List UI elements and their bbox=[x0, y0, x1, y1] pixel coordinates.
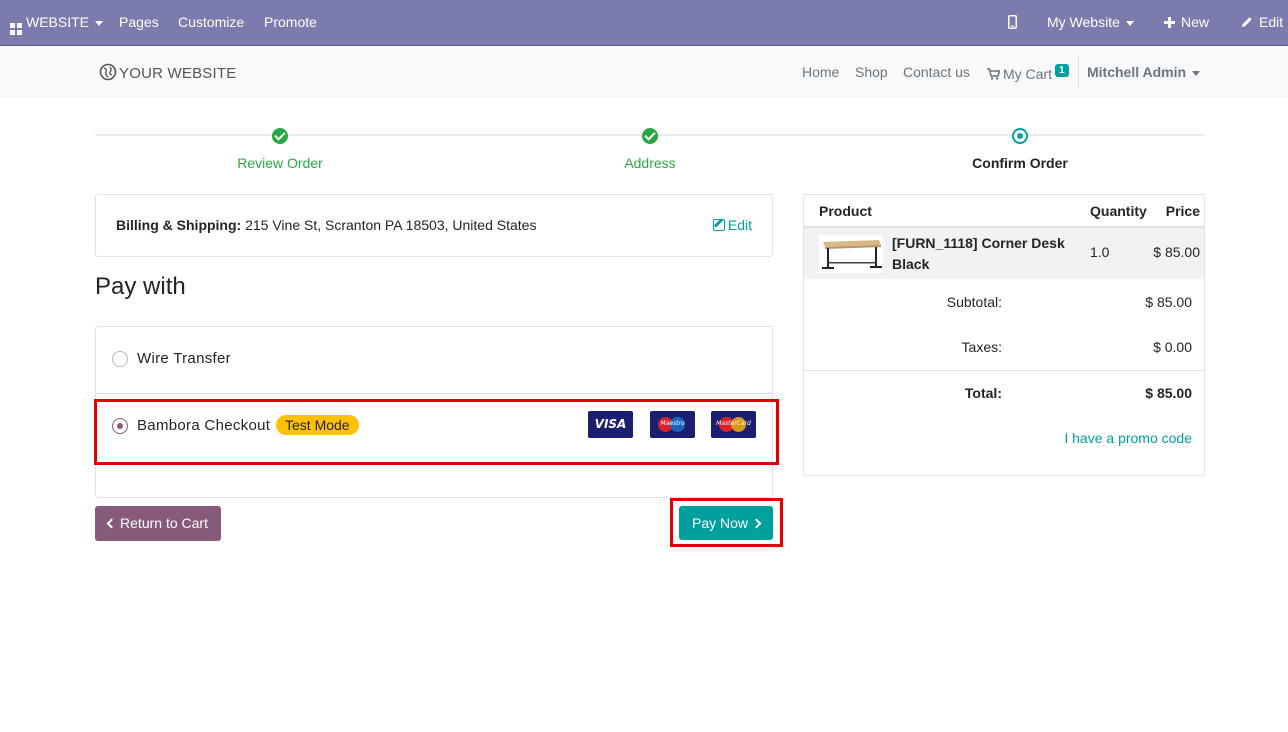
wire-transfer-label: Wire Transfer bbox=[137, 350, 231, 367]
current-step-dot-icon bbox=[1012, 128, 1028, 144]
product-price: $ 85.00 bbox=[1153, 244, 1200, 260]
product-column-header: Product bbox=[819, 203, 872, 219]
mobile-icon bbox=[1008, 15, 1017, 29]
pages-menu[interactable]: Pages bbox=[119, 0, 159, 45]
nav-contact[interactable]: Contact us bbox=[903, 64, 970, 84]
logo-text: YOUR WEBSITE bbox=[119, 65, 237, 82]
table-row: [FURN_1118] Corner Desk Black 1.0 $ 85.0… bbox=[804, 228, 1204, 279]
step-confirm-order: Confirm Order bbox=[972, 155, 1068, 171]
product-thumbnail bbox=[819, 235, 883, 273]
caret-down-icon bbox=[1125, 20, 1134, 26]
taxes-label: Taxes: bbox=[961, 339, 1002, 355]
promote-menu[interactable]: Promote bbox=[264, 0, 317, 45]
new-button[interactable]: New bbox=[1164, 0, 1209, 45]
website-header: YOUR WEBSITE Home Shop Contact us My Car… bbox=[0, 46, 1288, 98]
pay-now-highlight-box bbox=[670, 498, 783, 547]
edit-address-link[interactable]: Edit bbox=[712, 217, 752, 233]
wire-transfer-radio[interactable] bbox=[112, 351, 128, 367]
return-to-cart-label: Return to Cart bbox=[120, 515, 208, 531]
admin-navbar: WEBSITE Pages Customize Promote My Websi… bbox=[0, 0, 1288, 46]
billing-shipping-card: Billing & Shipping: 215 Vine St, Scranto… bbox=[95, 194, 773, 257]
shopping-cart-icon bbox=[987, 68, 1001, 80]
website-menu-label: WEBSITE bbox=[26, 14, 90, 30]
user-menu-dropdown[interactable]: Mitchell Admin bbox=[1087, 64, 1201, 84]
price-column-header: Price bbox=[1165, 203, 1200, 219]
check-circle-icon bbox=[642, 128, 658, 144]
subtotal-label: Subtotal: bbox=[946, 294, 1002, 310]
billing-label: Billing & Shipping: bbox=[116, 217, 242, 233]
step-address[interactable]: Address bbox=[550, 155, 750, 171]
nav-home[interactable]: Home bbox=[802, 64, 839, 84]
payment-option-wire-transfer[interactable]: Wire Transfer bbox=[96, 327, 772, 394]
total-label: Total: bbox=[964, 385, 1002, 401]
user-name: Mitchell Admin bbox=[1087, 64, 1187, 80]
product-quantity: 1.0 bbox=[1090, 244, 1110, 260]
caret-down-icon bbox=[1192, 70, 1201, 76]
promo-code-link[interactable]: I have a promo code bbox=[1064, 430, 1192, 446]
caret-down-icon bbox=[95, 20, 104, 26]
total-divider bbox=[804, 370, 1204, 371]
my-website-label: My Website bbox=[1047, 14, 1120, 30]
pencil-icon bbox=[1242, 17, 1252, 27]
nav-cart[interactable]: My Cart 1 bbox=[987, 64, 1069, 84]
quantity-column-header: Quantity bbox=[1090, 203, 1147, 219]
return-to-cart-button[interactable]: Return to Cart bbox=[95, 506, 221, 541]
order-summary-card: Product Quantity Price [FURN_1118] Corne… bbox=[803, 194, 1205, 476]
nav-divider bbox=[1078, 55, 1079, 89]
billing-address: 215 Vine St, Scranton PA 18503, United S… bbox=[245, 217, 537, 233]
website-menu-button[interactable]: WEBSITE bbox=[10, 0, 104, 45]
step-review-order[interactable]: Review Order bbox=[180, 155, 380, 171]
edit-label: Edit bbox=[1259, 14, 1284, 30]
pay-with-heading: Pay with bbox=[95, 273, 186, 300]
my-website-dropdown[interactable]: My Website bbox=[1047, 0, 1134, 45]
subtotal-value: $ 85.00 bbox=[1145, 294, 1192, 310]
mobile-preview-button[interactable] bbox=[1008, 0, 1017, 45]
bambora-highlight-box bbox=[94, 399, 779, 465]
edit-address-label: Edit bbox=[727, 217, 752, 233]
total-value: $ 85.00 bbox=[1145, 385, 1192, 401]
apps-grid-icon bbox=[10, 23, 22, 35]
edit-icon bbox=[712, 219, 725, 231]
plus-icon bbox=[1164, 17, 1175, 28]
product-name[interactable]: [FURN_1118] Corner Desk Black bbox=[892, 233, 1072, 275]
check-circle-icon bbox=[272, 128, 288, 144]
new-label: New bbox=[1181, 14, 1210, 30]
edit-button[interactable]: Edit bbox=[1241, 0, 1283, 45]
billing-info: Billing & Shipping: 215 Vine St, Scranto… bbox=[116, 217, 536, 233]
cart-label: My Cart bbox=[1003, 66, 1052, 82]
nav-shop[interactable]: Shop bbox=[855, 64, 888, 84]
cart-count-badge: 1 bbox=[1055, 64, 1069, 77]
customize-menu[interactable]: Customize bbox=[178, 0, 244, 45]
website-logo[interactable]: YOUR WEBSITE bbox=[99, 63, 236, 83]
globe-icon bbox=[99, 63, 117, 81]
chevron-left-icon bbox=[106, 518, 117, 529]
taxes-value: $ 0.00 bbox=[1153, 339, 1192, 355]
